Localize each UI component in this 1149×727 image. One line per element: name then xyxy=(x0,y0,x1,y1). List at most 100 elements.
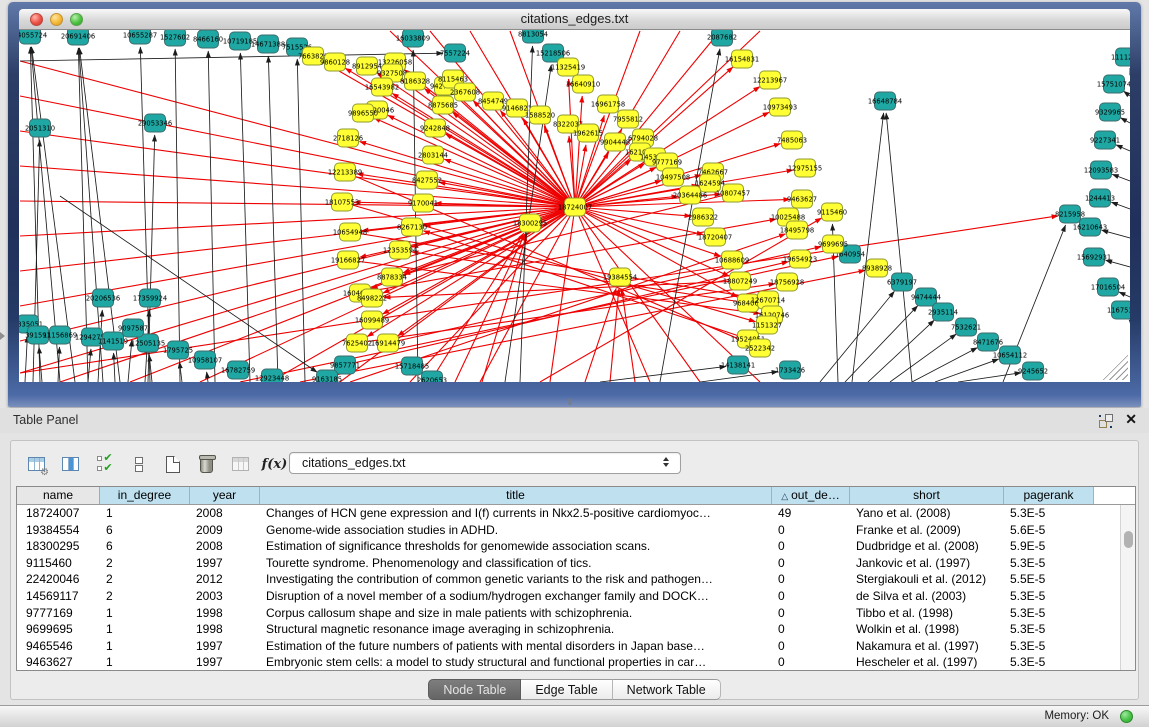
graph-node[interactable]: 1733426 xyxy=(775,361,805,379)
graph-node[interactable]: 1527602 xyxy=(160,30,190,46)
graph-node[interactable]: 12213967 xyxy=(753,71,787,89)
graph-node[interactable]: 17359924 xyxy=(133,289,167,307)
graph-node[interactable]: 8427552 xyxy=(412,171,442,189)
graph-node[interactable]: 1244413 xyxy=(1085,189,1115,207)
graph-node[interactable]: 10688609 xyxy=(715,251,749,269)
column-visibility-icon[interactable] xyxy=(59,453,82,475)
table-row[interactable]: 946362711997Embryonic stem cells: a mode… xyxy=(17,654,1120,671)
column-header[interactable]: pagerank xyxy=(1004,487,1094,504)
graph-node[interactable]: 24055724 xyxy=(19,30,47,44)
graph-node[interactable]: 16154831 xyxy=(725,50,759,68)
graph-node[interactable]: 7485063 xyxy=(777,131,807,149)
column-header[interactable]: short xyxy=(850,487,1004,504)
graph-node[interactable]: 2803144 xyxy=(418,146,448,164)
table-row[interactable]: 1830029562008Estimation of significance … xyxy=(17,538,1120,555)
graph-node[interactable]: 18720407 xyxy=(698,228,732,246)
graph-node[interactable]: 2718126 xyxy=(333,129,363,147)
graph-node[interactable]: 9463627 xyxy=(787,190,817,208)
graph-node[interactable]: 12093583 xyxy=(1084,161,1118,179)
graph-node[interactable]: 9329965 xyxy=(1095,103,1125,121)
table-row[interactable]: 946554611997Estimation of the future num… xyxy=(17,638,1120,655)
graph-node[interactable]: 19166827 xyxy=(331,251,365,269)
graph-node[interactable]: 8878334 xyxy=(377,268,407,286)
graph-node[interactable]: 14138141 xyxy=(721,356,755,374)
graph-node[interactable]: 16033809 xyxy=(396,30,430,47)
graph-node[interactable]: 7532621 xyxy=(951,318,981,336)
tab-network-table[interactable]: Network Table xyxy=(613,679,721,700)
graph-node[interactable]: 12213389 xyxy=(328,163,362,181)
column-header[interactable]: year xyxy=(190,487,260,504)
new-table-icon[interactable] xyxy=(161,453,184,475)
graph-node[interactable]: 12923448 xyxy=(255,369,289,382)
close-window-button[interactable] xyxy=(30,13,43,26)
zoom-window-button[interactable] xyxy=(70,13,83,26)
graph-node[interactable]: 2986322 xyxy=(688,208,718,226)
graph-node[interactable]: 8186328 xyxy=(400,72,430,90)
graph-node[interactable]: 9896550 xyxy=(348,104,378,122)
citation-graph[interactable]: 2405572420691406106552871527602846616010… xyxy=(19,30,1130,382)
graph-node[interactable]: 2935114 xyxy=(928,303,958,321)
delete-table-icon[interactable] xyxy=(195,453,218,475)
graph-node[interactable]: 15692931 xyxy=(1077,248,1111,266)
table-row[interactable]: 969969511998Structural magnetic resonanc… xyxy=(17,621,1120,638)
graph-node[interactable]: 2367608 xyxy=(450,83,480,101)
graph-node[interactable]: 1588520 xyxy=(525,106,555,124)
graph-node[interactable]: 7955812 xyxy=(613,110,643,128)
import-table-icon[interactable] xyxy=(229,453,252,475)
tab-node-table[interactable]: Node Table xyxy=(428,679,521,700)
table-row[interactable]: 2242004622012Investigating the contribut… xyxy=(17,571,1120,588)
graph-node[interactable]: 17016504 xyxy=(1091,278,1125,296)
network-file-dropdown[interactable]: citations_edges.txt xyxy=(289,452,681,474)
graph-node[interactable]: 8938928 xyxy=(862,259,892,277)
graph-node[interactable]: 2051310 xyxy=(25,119,55,137)
table-scrollbar[interactable] xyxy=(1120,505,1135,670)
table-row[interactable]: 1938455462009Genome-wide association stu… xyxy=(17,522,1120,539)
graph-node[interactable]: 9227341 xyxy=(1090,131,1120,149)
graph-node[interactable]: 9097587 xyxy=(118,319,148,337)
panel-collapse-arrow-icon[interactable] xyxy=(0,332,5,340)
table-row[interactable]: 911546021997Tourette syndrome. Phenomeno… xyxy=(17,555,1120,572)
graph-node[interactable]: 6379197 xyxy=(887,273,917,291)
graph-node[interactable]: 1111267 xyxy=(1111,48,1130,66)
window-titlebar[interactable]: citations_edges.txt xyxy=(19,9,1130,30)
graph-node[interactable]: 10654948 xyxy=(333,223,367,241)
graph-node[interactable]: 18107553 xyxy=(325,193,359,211)
table-row[interactable]: 977716911998Corpus callosum shape and si… xyxy=(17,605,1120,622)
minimize-window-button[interactable] xyxy=(50,13,63,26)
graph-node[interactable]: 8267130 xyxy=(397,218,427,236)
column-header[interactable]: in_degree xyxy=(100,487,190,504)
graph-node[interactable]: 1962615 xyxy=(573,124,603,142)
graph-node[interactable]: 20206536 xyxy=(86,289,120,307)
float-panel-icon[interactable] xyxy=(1099,414,1113,428)
graph-node[interactable]: 9699695 xyxy=(818,235,848,253)
column-header[interactable]: △out_de… xyxy=(772,487,850,504)
graph-node[interactable]: 1167533 xyxy=(1107,301,1130,319)
graph-node[interactable]: 16648784 xyxy=(868,92,902,110)
graph-node[interactable]: 8466160 xyxy=(193,30,223,48)
graph-node[interactable]: 2522342 xyxy=(745,339,775,357)
table-settings-icon[interactable]: ⚙ xyxy=(25,453,48,475)
column-header[interactable]: title xyxy=(260,487,772,504)
graph-node[interactable]: 7625402 xyxy=(342,334,372,352)
function-builder-icon[interactable]: f(x) xyxy=(263,453,286,475)
table-row[interactable]: 1872400712008Changes of HCN gene express… xyxy=(17,505,1120,522)
close-panel-icon[interactable]: ✕ xyxy=(1125,411,1137,428)
column-header[interactable]: name xyxy=(17,487,100,504)
cell-style-icon[interactable] xyxy=(127,453,150,475)
row-selection-icon[interactable]: ✔✔ xyxy=(93,453,116,475)
graph-node[interactable]: 1151327 xyxy=(752,316,782,334)
graph-node[interactable]: 12975155 xyxy=(788,159,822,177)
graph-node[interactable]: 8498222 xyxy=(357,289,387,307)
graph-node[interactable]: 2087682 xyxy=(707,30,737,46)
graph-node[interactable]: 16640910 xyxy=(566,75,600,93)
graph-node[interactable]: 7557224 xyxy=(440,44,470,62)
graph-node[interactable]: 9170041 xyxy=(408,194,438,212)
graph-node[interactable]: 8471676 xyxy=(973,333,1003,351)
table-row[interactable]: 1456911722003Disruption of a novel membe… xyxy=(17,588,1120,605)
graph-node[interactable]: 8813054 xyxy=(518,30,548,43)
graph-node[interactable]: 8875685 xyxy=(428,96,458,114)
graph-node[interactable]: 9115460 xyxy=(817,203,847,221)
splitter-handle[interactable]: ⇕ xyxy=(566,398,574,407)
graph-node[interactable]: 20691406 xyxy=(61,30,95,45)
graph-node[interactable]: 9860128 xyxy=(320,53,350,71)
